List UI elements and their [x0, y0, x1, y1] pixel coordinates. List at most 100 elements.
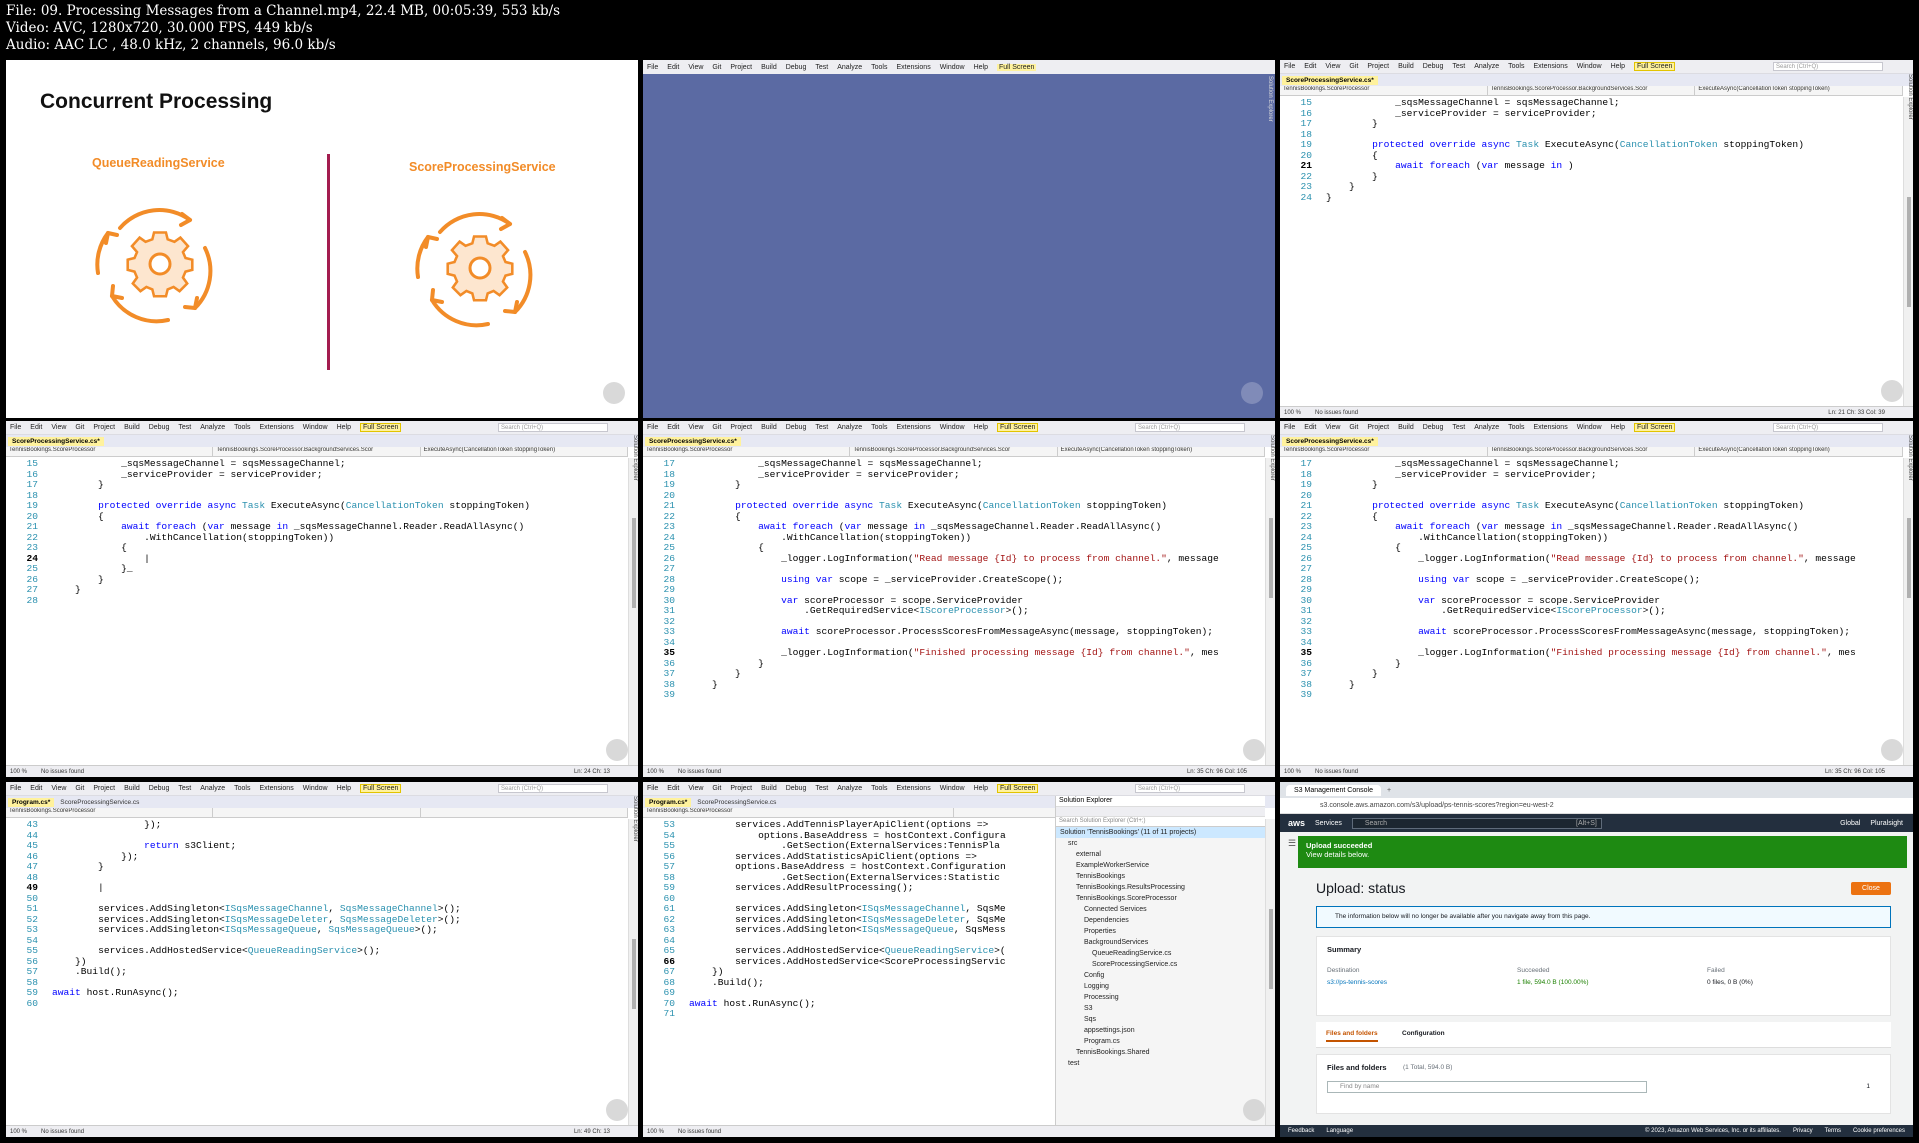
- menu-extensions[interactable]: Extensions: [1533, 424, 1567, 431]
- solution-explorer-item[interactable]: Solution 'TennisBookings' (11 of 11 proj…: [1056, 827, 1265, 838]
- ide-search-input[interactable]: Search (Ctrl+Q): [1773, 423, 1883, 432]
- menu-help[interactable]: Help: [1611, 63, 1625, 70]
- nav-dropdown[interactable]: TennisBookings.ScoreProcessor: [643, 808, 954, 817]
- menu-window[interactable]: Window: [1577, 424, 1602, 431]
- menu-edit[interactable]: Edit: [1304, 424, 1316, 431]
- nav-dropdown[interactable]: TennisBookings.ScoreProcessor.Background…: [213, 447, 421, 456]
- aws-search-input[interactable]: Search [Alt+S]: [1351, 817, 1602, 829]
- footer-privacy[interactable]: Privacy: [1793, 1128, 1813, 1134]
- solution-explorer-item[interactable]: TennisBookings: [1056, 871, 1265, 882]
- menu-build[interactable]: Build: [124, 424, 140, 431]
- menu-extensions[interactable]: Extensions: [896, 64, 930, 71]
- full-screen-button[interactable]: Full Screen: [360, 784, 402, 793]
- menu-view[interactable]: View: [51, 785, 66, 792]
- menu-project[interactable]: Project: [1367, 424, 1389, 431]
- solution-explorer-item[interactable]: src: [1056, 838, 1265, 849]
- code-editor[interactable]: 17 _sqsMessageChannel = sqsMessageChanne…: [1280, 458, 1903, 765]
- menu-build[interactable]: Build: [124, 785, 140, 792]
- menu-view[interactable]: View: [1325, 63, 1340, 70]
- menu-window[interactable]: Window: [940, 424, 965, 431]
- menu-help[interactable]: Help: [974, 64, 988, 71]
- menu-view[interactable]: View: [51, 424, 66, 431]
- solution-explorer-tab[interactable]: Solution Explorer: [1903, 74, 1913, 124]
- solution-explorer-tab[interactable]: Solution Explorer: [1903, 435, 1913, 485]
- menu-build[interactable]: Build: [1398, 63, 1414, 70]
- menu-test[interactable]: Test: [178, 424, 191, 431]
- menu-window[interactable]: Window: [1577, 63, 1602, 70]
- scrollbar-thumb[interactable]: [632, 939, 636, 1009]
- menu-file[interactable]: File: [1284, 424, 1295, 431]
- menu-help[interactable]: Help: [337, 424, 351, 431]
- menu-edit[interactable]: Edit: [1304, 63, 1316, 70]
- tab-active-document[interactable]: ScoreProcessingService.cs*: [1282, 436, 1378, 446]
- region-selector[interactable]: Global: [1840, 820, 1860, 827]
- solution-explorer-item[interactable]: Connected Services: [1056, 904, 1265, 915]
- solution-explorer-item[interactable]: external: [1056, 849, 1265, 860]
- solution-explorer-item[interactable]: TennisBookings.Shared: [1056, 1047, 1265, 1058]
- full-screen-button[interactable]: Full Screen: [997, 63, 1037, 71]
- menu-extensions[interactable]: Extensions: [896, 424, 930, 431]
- menu-analyze[interactable]: Analyze: [837, 424, 862, 431]
- hamburger-menu-icon[interactable]: ☰: [1288, 838, 1296, 849]
- nav-dropdown[interactable]: ExecuteAsync(CancellationToken stoppingT…: [1695, 86, 1904, 95]
- menu-analyze[interactable]: Analyze: [200, 424, 225, 431]
- menu-project[interactable]: Project: [730, 424, 752, 431]
- menu-file[interactable]: File: [10, 424, 21, 431]
- menu-edit[interactable]: Edit: [667, 64, 679, 71]
- menu-edit[interactable]: Edit: [30, 785, 42, 792]
- new-tab-icon[interactable]: +: [1387, 787, 1391, 794]
- ide-search-input[interactable]: Search (Ctrl+Q): [498, 423, 608, 432]
- footer-language[interactable]: Language: [1326, 1128, 1353, 1134]
- menu-project[interactable]: Project: [730, 785, 752, 792]
- menu-edit[interactable]: Edit: [667, 785, 679, 792]
- menu-debug[interactable]: Debug: [786, 424, 807, 431]
- solution-explorer-tab[interactable]: Solution Explorer: [628, 796, 638, 846]
- solution-explorer-item[interactable]: ScoreProcessingService.cs: [1056, 959, 1265, 970]
- code-editor[interactable]: 15 _sqsMessageChannel = sqsMessageChanne…: [6, 458, 628, 765]
- code-editor[interactable]: 17 _sqsMessageChannel = sqsMessageChanne…: [643, 458, 1265, 765]
- menu-build[interactable]: Build: [1398, 424, 1414, 431]
- menu-tools[interactable]: Tools: [234, 785, 250, 792]
- nav-dropdown[interactable]: ExecuteAsync(CancellationToken stoppingT…: [421, 447, 628, 456]
- menu-file[interactable]: File: [647, 424, 658, 431]
- nav-dropdown[interactable]: TennisBookings.ScoreProcessor.Background…: [1488, 86, 1696, 95]
- menu-tools[interactable]: Tools: [871, 785, 887, 792]
- footer-cookie-preferences[interactable]: Cookie preferences: [1853, 1128, 1905, 1134]
- menu-debug[interactable]: Debug: [786, 785, 807, 792]
- zoom-level[interactable]: 100 %: [1284, 769, 1301, 775]
- solution-explorer-tab[interactable]: Solution Explorer: [1267, 76, 1273, 122]
- menu-debug[interactable]: Debug: [1423, 63, 1444, 70]
- solution-explorer-search[interactable]: Search Solution Explorer (Ctrl+;): [1056, 817, 1265, 827]
- scrollbar-thumb[interactable]: [1269, 909, 1273, 989]
- solution-explorer-tab[interactable]: Solution Explorer: [628, 435, 638, 485]
- menu-window[interactable]: Window: [940, 785, 965, 792]
- menu-test[interactable]: Test: [815, 64, 828, 71]
- menu-test[interactable]: Test: [1452, 63, 1465, 70]
- full-screen-button[interactable]: Full Screen: [360, 423, 402, 432]
- menu-project[interactable]: Project: [93, 785, 115, 792]
- menu-build[interactable]: Build: [761, 424, 777, 431]
- tab-active-document[interactable]: ScoreProcessingService.cs*: [8, 436, 104, 446]
- code-editor[interactable]: 53 services.AddTennisPlayerApiClient(opt…: [643, 819, 1055, 1125]
- menu-project[interactable]: Project: [93, 424, 115, 431]
- menu-debug[interactable]: Debug: [149, 785, 170, 792]
- menu-git[interactable]: Git: [1349, 424, 1358, 431]
- vertical-scrollbar[interactable]: [1903, 458, 1913, 765]
- menu-git[interactable]: Git: [75, 424, 84, 431]
- menu-file[interactable]: File: [10, 785, 21, 792]
- menu-view[interactable]: View: [688, 64, 703, 71]
- nav-dropdown[interactable]: TennisBookings.ScoreProcessor: [1280, 86, 1488, 95]
- menu-project[interactable]: Project: [1367, 63, 1389, 70]
- menu-window[interactable]: Window: [303, 424, 328, 431]
- menu-git[interactable]: Git: [712, 785, 721, 792]
- aws-logo[interactable]: aws: [1288, 818, 1305, 828]
- code-editor[interactable]: 15 _sqsMessageChannel = sqsMessageChanne…: [1280, 97, 1903, 406]
- nav-dropdown[interactable]: [421, 808, 628, 817]
- scrollbar-thumb[interactable]: [1907, 518, 1911, 598]
- tab-active-document[interactable]: Program.cs*: [645, 797, 692, 807]
- menu-extensions[interactable]: Extensions: [896, 785, 930, 792]
- menu-test[interactable]: Test: [815, 424, 828, 431]
- solution-explorer-item[interactable]: S3: [1056, 1003, 1265, 1014]
- menu-project[interactable]: Project: [730, 64, 752, 71]
- menu-window[interactable]: Window: [303, 785, 328, 792]
